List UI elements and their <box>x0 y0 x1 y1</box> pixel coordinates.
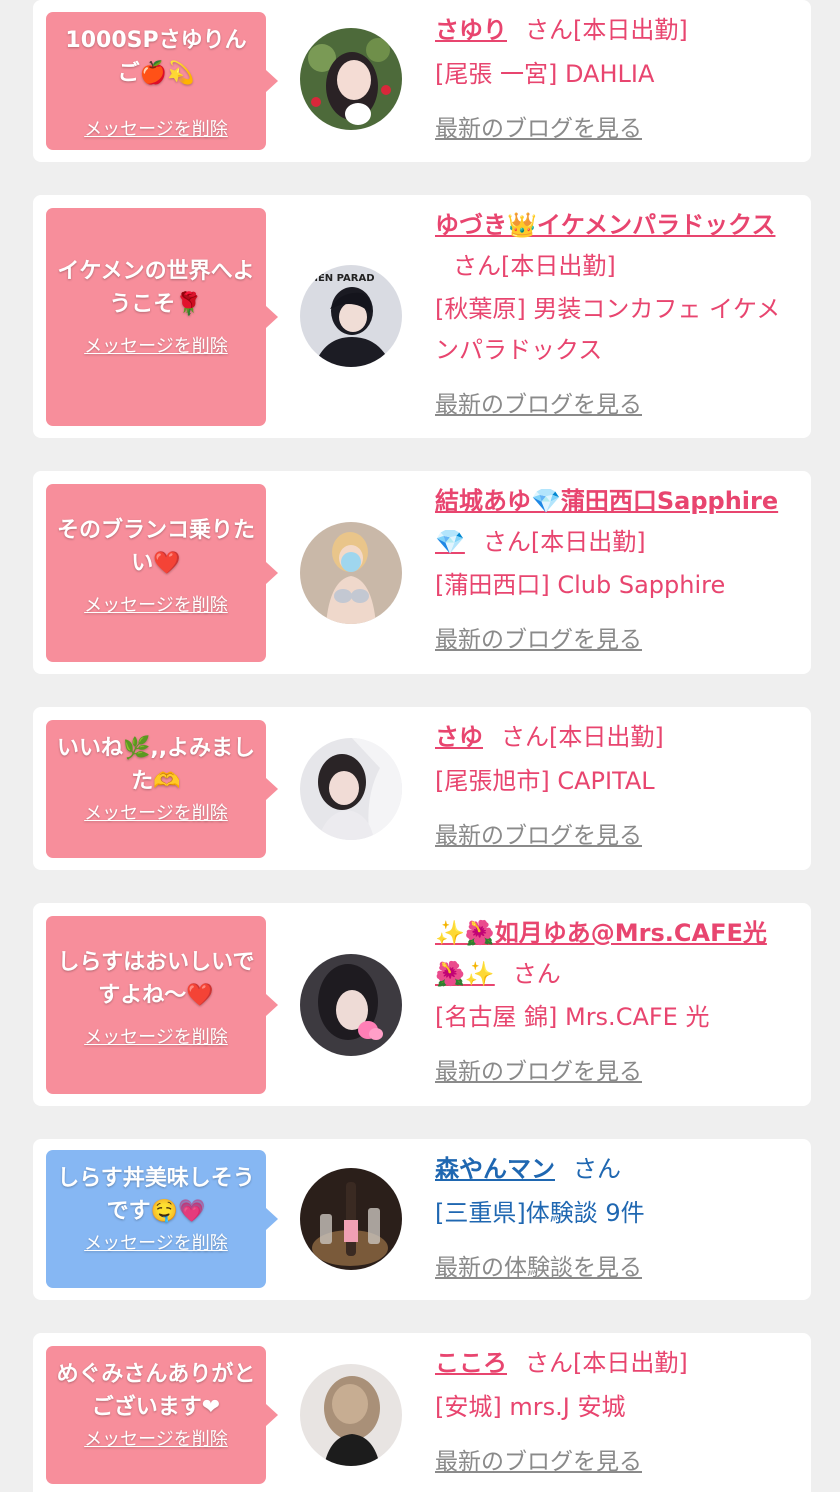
message-bubble: 1000SPさゆりんご🍎💫 メッセージを削除 <box>46 12 278 150</box>
status-label: さん[本日出勤] <box>453 252 616 280</box>
delete-message-link[interactable]: メッセージを削除 <box>56 802 256 826</box>
message-text: 1000SPさゆりんご🍎💫 <box>65 28 247 86</box>
status-label: さん <box>573 1155 621 1183</box>
message-text: しらすはおいしいですよね〜❤️ <box>57 950 255 1008</box>
latest-blog-link[interactable]: 最新のブログを見る <box>435 385 795 426</box>
profile-info: さゆ さん[本日出勤] [尾張旭市] CAPITAL 最新のブログを見る <box>435 717 795 857</box>
message-text: しらす丼美味しそうです🤤💗 <box>57 1166 255 1224</box>
shop-label: [名古屋 錦] Mrs.CAFE 光 <box>435 1003 710 1031</box>
shop-label: [秋葉原] 男装コンカフェ イケメンパラドックス <box>435 295 781 364</box>
avatar-sign-text: MEN PARAD <box>308 273 375 284</box>
delete-message-link[interactable]: メッセージを削除 <box>56 1232 256 1256</box>
profile-info: 結城あゆ💎蒲田西口Sapphire💎 さん[本日出勤] [蒲田西口] Club S… <box>435 481 795 661</box>
latest-blog-link[interactable]: 最新のブログを見る <box>435 816 795 857</box>
latest-review-link[interactable]: 最新の体験談を見る <box>435 1248 795 1289</box>
message-text: めぐみさんありがとございます❤ <box>56 1362 256 1420</box>
status-label: さん[本日出勤] <box>501 723 664 751</box>
avatar[interactable] <box>300 1364 402 1466</box>
latest-blog-link[interactable]: 最新のブログを見る <box>435 620 795 661</box>
profile-name-link[interactable]: こころ <box>435 1349 507 1377</box>
profile-info: さゆり さん[本日出勤] [尾張 一宮] DAHLIA 最新のブログを見る <box>435 10 795 150</box>
profile-name-link[interactable]: さゆり <box>435 16 507 44</box>
message-card: そのブランコ乗りたい❤️ メッセージを削除 結城あゆ💎蒲田西口Sapphire💎… <box>33 471 811 674</box>
delete-message-link[interactable]: メッセージを削除 <box>56 594 256 618</box>
shop-label: [尾張旭市] CAPITAL <box>435 767 655 795</box>
message-bubble: しらすはおいしいですよね〜❤️ メッセージを削除 <box>46 916 278 1094</box>
avatar[interactable] <box>300 954 402 1056</box>
message-bubble: イケメンの世界へようこそ🌹 メッセージを削除 <box>46 208 278 426</box>
latest-blog-link[interactable]: 最新のブログを見る <box>435 109 795 150</box>
profile-info: ゆづき👑イケメンパラドックスさん[本日出勤] [秋葉原] 男装コンカフェ イケメ… <box>435 205 795 426</box>
message-text: そのブランコ乗りたい❤️ <box>56 518 255 576</box>
status-label: さん[本日出勤] <box>525 16 688 44</box>
message-card: いいね🌿,,よみました🫶 メッセージを削除 さゆ さん[本日出勤] [尾張旭市] … <box>33 707 811 870</box>
avatar[interactable] <box>300 522 402 624</box>
avatar[interactable] <box>300 1168 402 1270</box>
status-label: さん <box>512 960 561 988</box>
profile-name-link[interactable]: さゆ <box>435 723 483 751</box>
message-card: イケメンの世界へようこそ🌹 メッセージを削除 MEN PARAD ゆづき👑イケメ… <box>33 195 811 438</box>
shop-label: [安城] mrs.J 安城 <box>435 1393 626 1421</box>
delete-message-link[interactable]: メッセージを削除 <box>56 1026 256 1050</box>
message-bubble: そのブランコ乗りたい❤️ メッセージを削除 <box>46 484 278 662</box>
profile-name-link[interactable]: ✨🌺如月ゆあ@Mrs.CAFE光🌺✨ <box>435 919 767 988</box>
profile-info: こころ さん[本日出勤] [安城] mrs.J 安城 最新のブログを見る <box>435 1343 795 1483</box>
delete-message-link[interactable]: メッセージを削除 <box>56 1428 256 1452</box>
message-bubble: いいね🌿,,よみました🫶 メッセージを削除 <box>46 720 278 858</box>
message-card: しらす丼美味しそうです🤤💗 メッセージを削除 森やんマン さん [三重県]体験談 … <box>33 1139 811 1300</box>
message-card: しらすはおいしいですよね〜❤️ メッセージを削除 ✨🌺如月ゆあ@Mrs.CAFE… <box>33 903 811 1106</box>
profile-name-link[interactable]: 森やんマン <box>435 1155 555 1183</box>
avatar[interactable] <box>300 738 402 840</box>
message-card: めぐみさんありがとございます❤ メッセージを削除 こころ さん[本日出勤] [安城… <box>33 1333 811 1492</box>
message-text: いいね🌿,,よみました🫶 <box>56 736 256 794</box>
shop-label: [三重県]体験談 9件 <box>435 1199 645 1227</box>
message-card: 1000SPさゆりんご🍎💫 メッセージを削除 さゆり さん[本日出勤] [尾張 一… <box>33 0 811 162</box>
delete-message-link[interactable]: メッセージを削除 <box>56 335 256 359</box>
status-label: さん[本日出勤] <box>482 528 646 556</box>
latest-blog-link[interactable]: 最新のブログを見る <box>435 1442 795 1483</box>
avatar[interactable] <box>300 28 402 130</box>
message-bubble: めぐみさんありがとございます❤ メッセージを削除 <box>46 1346 278 1484</box>
profile-name-link[interactable]: ゆづき👑イケメンパラドックス <box>435 211 775 239</box>
shop-label: [蒲田西口] Club Sapphire <box>435 571 726 599</box>
avatar[interactable]: MEN PARAD <box>300 265 402 367</box>
shop-label: [尾張 一宮] DAHLIA <box>435 60 655 88</box>
status-label: さん[本日出勤] <box>525 1349 688 1377</box>
profile-info: 森やんマン さん [三重県]体験談 9件 最新の体験談を見る <box>435 1149 795 1289</box>
message-bubble: しらす丼美味しそうです🤤💗 メッセージを削除 <box>46 1150 278 1288</box>
latest-blog-link[interactable]: 最新のブログを見る <box>435 1052 795 1093</box>
message-text: イケメンの世界へようこそ🌹 <box>57 259 255 317</box>
profile-info: ✨🌺如月ゆあ@Mrs.CAFE光🌺✨ さん [名古屋 錦] Mrs.CAFE 光 … <box>435 913 795 1093</box>
delete-message-link[interactable]: メッセージを削除 <box>56 118 256 142</box>
